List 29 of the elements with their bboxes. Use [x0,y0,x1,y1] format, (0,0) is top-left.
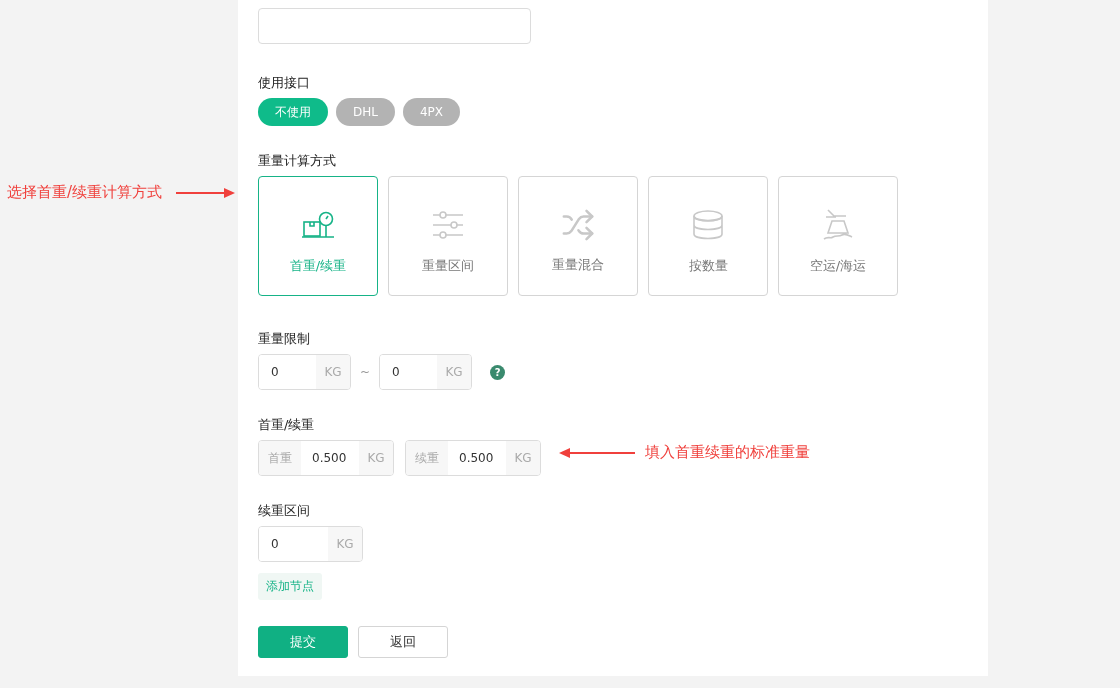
section-label: 重量计算方式 [258,152,336,170]
range-separator: ~ [360,365,371,379]
text-field[interactable] [258,8,531,44]
unit-label: KG [506,441,540,475]
help-icon[interactable]: ? [490,364,506,380]
method-card[interactable]: 重量区间 [388,176,508,296]
annotation-arrow [176,187,236,199]
back-button[interactable]: 返回 [358,626,448,658]
unit-label: KG [437,355,472,389]
prefix-label: 首重 [259,441,301,475]
weight-field[interactable]: 续重 0.500 KG [405,440,541,476]
weight-field[interactable]: 首重 0.500 KG [258,440,394,476]
method-card[interactable]: 重量混合 [518,176,638,296]
section-label: 使用接口 [258,74,310,92]
min-weight-field[interactable]: 0 KG [258,354,351,390]
range-field[interactable]: 0 KG [258,526,363,562]
method-card[interactable]: 按数量 [648,176,768,296]
prefix-label: 续重 [406,441,448,475]
method-card[interactable]: 空运/海运 [778,176,898,296]
unit-label: KG [359,441,393,475]
max-weight-field[interactable]: 0 KG [379,354,473,390]
annotation-text: 填入首重续重的标准重量 [645,443,810,462]
unit-label: KG [328,527,362,561]
section-label: 续重区间 [258,502,310,520]
section-label: 首重/续重 [258,416,315,434]
shuffle-icon [561,207,595,242]
unit-label: KG [316,355,350,389]
section-label: 重量限制 [258,330,310,348]
annotation-text: 选择首重/续重计算方式 [7,183,163,202]
